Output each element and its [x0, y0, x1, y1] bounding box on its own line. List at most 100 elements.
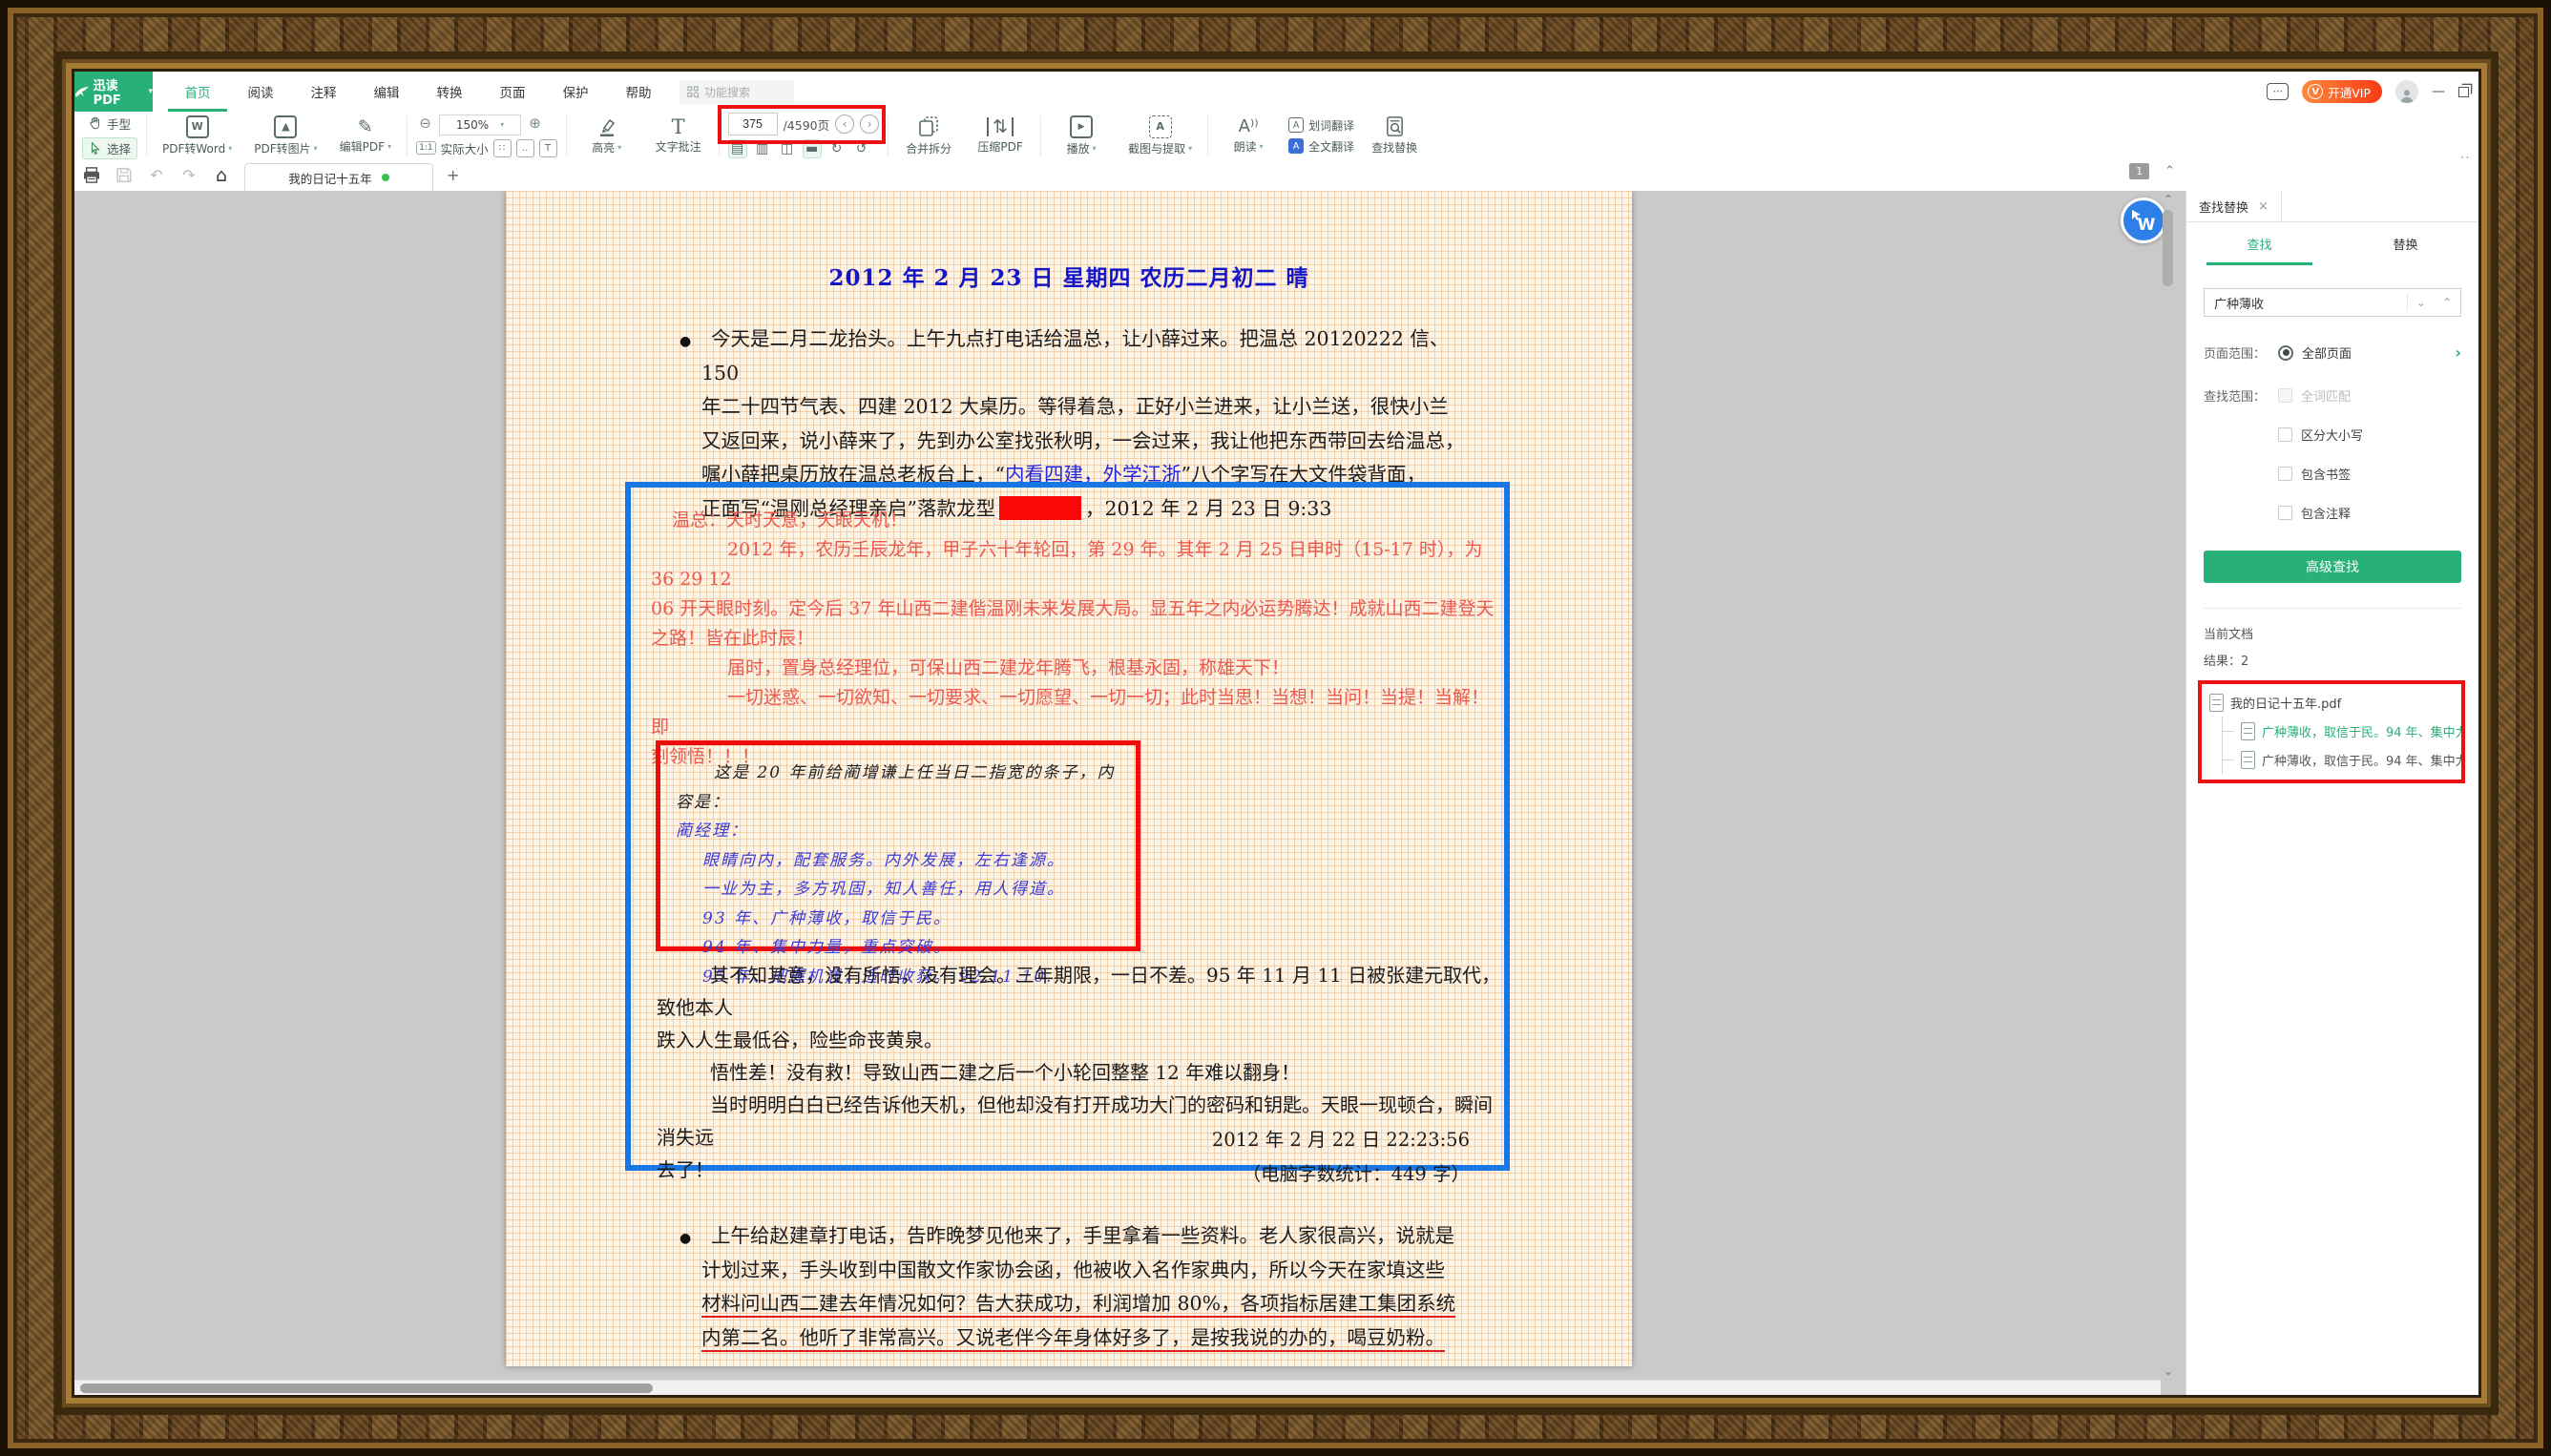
zoom-in-button[interactable]: ⊕ [526, 115, 544, 134]
whole-word-option[interactable]: 全词匹配 [2278, 386, 2461, 405]
document-file-icon [2209, 694, 2224, 712]
function-search-box[interactable]: 功能搜索 [680, 80, 794, 104]
match-case-option[interactable]: 区分大小写 [2278, 426, 2461, 444]
save-icon[interactable] [115, 167, 134, 183]
tab-replace[interactable]: 替换 [2332, 222, 2478, 265]
play-button[interactable]: ▶ 播放▾ [1050, 115, 1113, 156]
next-page-button[interactable]: › [860, 114, 879, 134]
advanced-find-button[interactable]: 高级查找 [2204, 551, 2461, 583]
undo-icon[interactable]: ↶ [147, 166, 166, 184]
book-view-button[interactable]: ◫ [778, 139, 797, 158]
checkbox-icon[interactable] [2278, 467, 2292, 481]
highlight-button[interactable]: 高亮▾ [575, 116, 638, 156]
close-icon[interactable]: × [2258, 199, 2269, 214]
fit-page-button[interactable]: ∷ [493, 139, 512, 157]
merge-split-button[interactable]: 合并拆分 [897, 115, 960, 156]
word-count-note: （电脑字数统计：449 字） [657, 1158, 1470, 1186]
menu-tab-home[interactable]: 首页 [166, 72, 229, 112]
document-tab[interactable]: 我的日记十五年 [244, 163, 433, 191]
app-logo-button[interactable]: 迅读PDF ▾ [74, 72, 153, 112]
results-root-row[interactable]: 我的日记十五年.pdf [2209, 688, 2461, 717]
all-pages-radio[interactable] [2278, 345, 2293, 361]
search-query-box: ⌄ ⌃ [2204, 288, 2461, 317]
fit-text-button[interactable]: T [539, 139, 557, 157]
hand-tool-button[interactable]: 手型 [82, 113, 137, 135]
checkbox-icon[interactable] [2278, 388, 2292, 403]
horizontal-scrollbar[interactable] [74, 1380, 2161, 1395]
word-translate-label: 划词翻译 [1308, 117, 1354, 134]
find-previous-icon[interactable]: ⌃ [2442, 296, 2452, 309]
panel-tab[interactable]: 查找替换 × [2186, 191, 2282, 221]
checkbox-icon[interactable] [2278, 427, 2292, 442]
fit-width-button[interactable]: ‥ [516, 139, 534, 157]
include-bookmarks-label: 包含书签 [2301, 465, 2351, 483]
minimize-button[interactable]: — [2432, 84, 2445, 99]
menu-tab-help[interactable]: 帮助 [607, 72, 670, 112]
menu-tab-convert[interactable]: 转换 [418, 72, 481, 112]
home-icon[interactable]: ⌂ [212, 165, 231, 186]
find-replace-button[interactable]: 查找替换 [1363, 115, 1426, 156]
menu-tab-annotate[interactable]: 注释 [292, 72, 355, 112]
single-page-view-button[interactable]: ▤ [728, 139, 747, 158]
text-line: 一切迷惑、一切欲知、一切要求、一切愿望、一切一切；此时当思！当想！当问！当提！当… [651, 683, 1495, 742]
text-annotation-button[interactable]: T 文字批注 [647, 117, 710, 155]
checkbox-icon[interactable] [2278, 506, 2292, 520]
scroll-down-icon[interactable]: ⌄ [2164, 1364, 2173, 1378]
menu-tab-page[interactable]: 页面 [481, 72, 544, 112]
search-query-input[interactable] [2205, 296, 2407, 310]
print-icon[interactable] [82, 167, 101, 183]
full-translate-button[interactable]: A 全文翻译 [1288, 138, 1354, 155]
open-vip-button[interactable]: V 开通VIP [2302, 80, 2382, 103]
red-annotation-box: 这是 20 年前给蔺增谦上任当日二指宽的条子，内容是： 蔺经理： 眼睛向内，配套… [656, 740, 1140, 951]
text-line: 眼睛向内，配套服务。内外发展，左右逢源。 [676, 846, 1120, 876]
vip-v-icon: V [2308, 84, 2323, 99]
zoom-out-button[interactable]: ⊖ [416, 115, 434, 134]
capture-extract-button[interactable]: A 截图与提取▾ [1121, 115, 1199, 156]
menu-tab-edit[interactable]: 编辑 [355, 72, 418, 112]
compress-pdf-button[interactable]: ⇅ 压缩PDF [969, 117, 1032, 155]
full-translate-label: 全文翻译 [1308, 138, 1354, 155]
toolbar-divider [888, 115, 889, 156]
menu-tab-protect[interactable]: 保护 [544, 72, 607, 112]
search-result-item[interactable]: 广种薄收，取信于民。94 年、集中力 [2223, 745, 2461, 774]
user-avatar[interactable] [2395, 80, 2418, 103]
collapse-ribbon-icon[interactable]: ⌃ [2164, 164, 2175, 178]
include-annotations-option[interactable]: 包含注释 [2278, 504, 2461, 522]
pdf-to-word-button[interactable]: W PDF转Word▾ [156, 115, 239, 156]
logo-caret-icon: ▾ [148, 87, 153, 96]
rotate-ccw-button[interactable]: ↺ [852, 139, 871, 158]
select-tool-button[interactable]: 选择 [82, 137, 137, 159]
edit-pdf-button[interactable]: ✎ 编辑PDF▾ [333, 117, 398, 155]
document-page[interactable]: 2012 年 2 月 23 日 星期四 农历二月初二 晴 ● 今天是二月二龙抬头… [506, 191, 1632, 1366]
tab-find[interactable]: 查找 [2186, 222, 2332, 265]
rotate-cw-button[interactable]: ↻ [827, 139, 847, 158]
double-page-view-button[interactable]: ▥ [753, 139, 772, 158]
diary-date-title: 2012 年 2 月 23 日 星期四 农历二月初二 晴 [506, 260, 1632, 292]
search-result-item[interactable]: 广种薄收，取信于民。94 年、集中力 [2223, 717, 2461, 745]
read-aloud-button[interactable]: A⁾⁾ 朗读▾ [1217, 117, 1280, 155]
hand-icon [89, 116, 102, 130]
hand-tool-label: 手型 [107, 114, 131, 133]
actual-size-icon[interactable]: 1:1 [416, 141, 435, 155]
redo-icon[interactable]: ↷ [179, 166, 199, 184]
expand-range-icon[interactable]: › [2455, 343, 2461, 362]
scroll-up-icon[interactable]: ⌃ [2164, 193, 2173, 206]
pdf-to-image-button[interactable]: ▲ PDF转图片▾ [247, 115, 324, 156]
pdf-to-word-label: PDF转Word [162, 140, 225, 156]
word-translate-button[interactable]: A 划词翻译 [1288, 117, 1354, 134]
actual-size-label[interactable]: 实际大小 [441, 139, 489, 157]
restore-window-button[interactable] [2458, 87, 2469, 97]
previous-page-button[interactable]: ‹ [835, 114, 854, 134]
find-next-icon[interactable]: ⌄ [2416, 296, 2426, 309]
include-bookmarks-option[interactable]: 包含书签 [2278, 465, 2461, 483]
scroll-view-button[interactable]: ▬ [803, 139, 822, 158]
menu-tab-read[interactable]: 阅读 [229, 72, 292, 112]
page-number-input[interactable] [728, 113, 778, 135]
zoom-level-select[interactable]: 150%▾ [439, 114, 521, 135]
horizontal-scrollbar-thumb[interactable] [80, 1383, 653, 1393]
feedback-chat-icon[interactable]: ⋯ [2267, 83, 2289, 100]
new-tab-button[interactable]: + [447, 166, 459, 184]
pdf-to-word-floating-button[interactable]: W [2121, 198, 2166, 243]
result-count-label: 结果：2 [2204, 651, 2461, 669]
vertical-scrollbar[interactable]: ⌃ ⌄ [2161, 191, 2176, 1380]
